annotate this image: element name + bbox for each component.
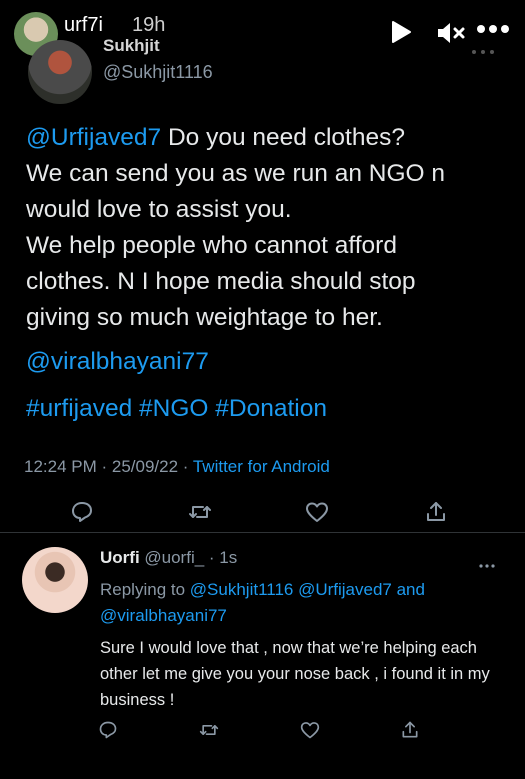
retweet-icon[interactable] <box>199 720 219 740</box>
reply-header: Uorfi @uorfi_ · 1s <box>100 548 237 568</box>
tweet-source-link[interactable]: Twitter for Android <box>193 457 330 476</box>
play-icon[interactable] <box>390 20 412 44</box>
tweet-line: clothes. N I hope media should stop <box>26 268 416 295</box>
divider <box>0 532 525 533</box>
mute-icon[interactable] <box>436 20 466 46</box>
reply-icon[interactable] <box>98 720 118 740</box>
reply-author-name[interactable]: Uorfi <box>100 548 140 567</box>
like-icon[interactable] <box>300 720 320 740</box>
replying-prefix: Replying to <box>100 580 190 599</box>
reply-text: Sure I would love that , now that we’re … <box>100 639 490 709</box>
reply-author-avatar[interactable] <box>22 547 88 613</box>
tweet-text: @Urfijaved7 Do you need clothes? We can … <box>26 120 506 336</box>
tweet-author-name[interactable]: Sukhjit <box>103 36 160 56</box>
mention-link[interactable]: @viralbhayani77 <box>26 344 506 380</box>
tweet-line: Do you need clothes? <box>161 124 405 151</box>
tweet-author-avatar[interactable] <box>28 40 92 104</box>
reply-icon[interactable] <box>70 500 94 524</box>
reply-author-handle[interactable]: @uorfi_ · 1s <box>140 548 237 567</box>
story-timestamp: 19h <box>132 14 166 36</box>
tweet-more-icon[interactable] <box>471 42 495 54</box>
reply-more-icon[interactable] <box>478 556 496 568</box>
share-icon[interactable] <box>424 500 448 524</box>
tweet-meta: 12:24 PM · 25/09/22 · Twitter for Androi… <box>24 457 330 477</box>
tweet-line: We help people who cannot afford <box>26 232 397 259</box>
like-icon[interactable] <box>305 500 329 524</box>
story-username[interactable]: urf7i <box>64 14 103 37</box>
tweet-line: We can send you as we run an NGO n <box>26 160 445 187</box>
replying-to: Replying to @Sukhjit1116 @Urfijaved7 and… <box>100 577 500 629</box>
share-icon[interactable] <box>400 720 420 740</box>
hashtags[interactable]: #urfijaved #NGO #Donation <box>26 391 506 427</box>
mention-link[interactable]: @Urfijaved7 <box>26 124 161 151</box>
more-options-icon[interactable] <box>475 22 511 34</box>
tweet-line: would love to assist you. <box>26 196 292 223</box>
tweet-line: giving so much weightage to her. <box>26 304 383 331</box>
tweet-author-handle[interactable]: @Sukhjit1116 <box>103 62 213 83</box>
retweet-icon[interactable] <box>188 500 212 524</box>
tweet-timestamp: 12:24 PM · 25/09/22 · <box>24 457 193 476</box>
